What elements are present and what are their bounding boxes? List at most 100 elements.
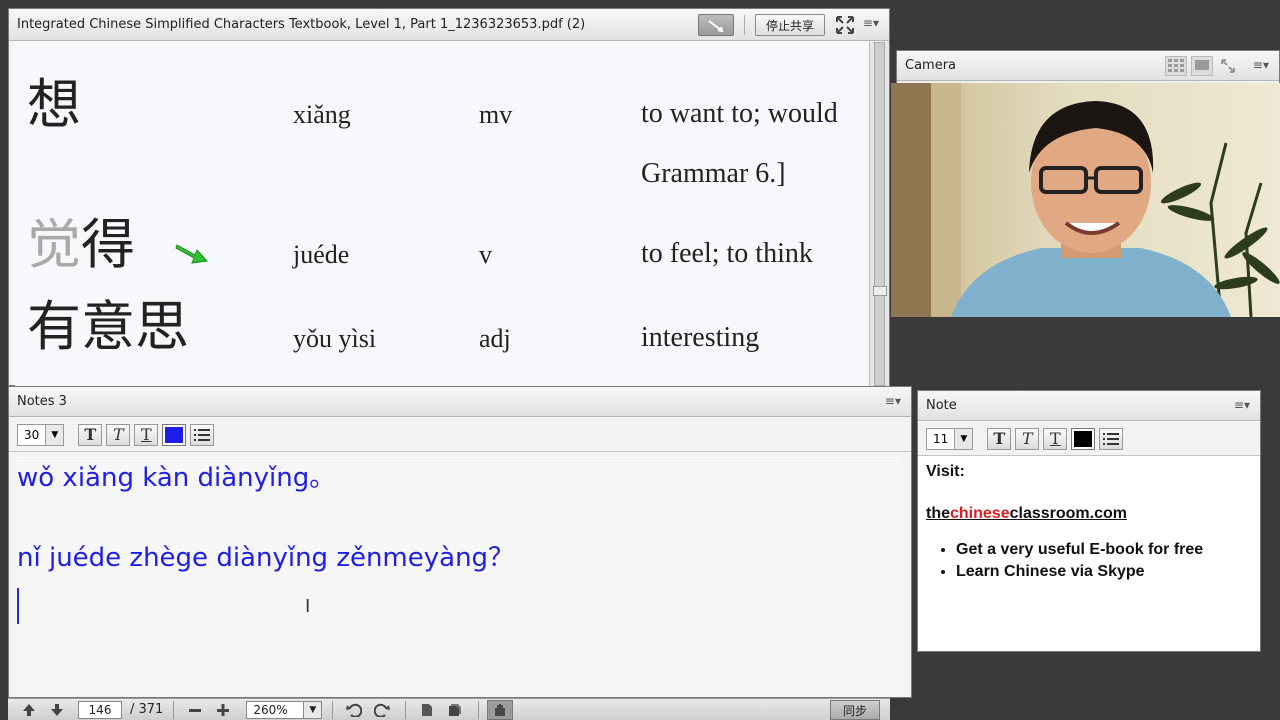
vocab-pinyin: yǒu yìsi	[293, 324, 377, 353]
list-icon	[194, 428, 211, 441]
text-color-picker[interactable]	[162, 423, 187, 446]
camera-pod: Camera ≡▾	[891, 50, 1280, 317]
text-color-picker[interactable]	[1071, 427, 1096, 450]
redo-button[interactable]	[369, 700, 395, 720]
share-controls: 停止共享	[697, 14, 855, 36]
fullscreen-button[interactable]	[835, 15, 855, 35]
previous-page-button[interactable]	[16, 700, 42, 720]
pdf-vertical-scrollbar[interactable]	[869, 42, 889, 386]
link-part-red: chinese	[950, 505, 1010, 522]
pdf-pod-title: Integrated Chinese Simplified Characters…	[17, 17, 586, 32]
color-swatch-fill	[165, 426, 184, 443]
bullet-list: Get a very useful E-book for free Learn …	[926, 541, 1252, 581]
italic-icon: T	[112, 425, 124, 444]
underline-button[interactable]: T	[134, 423, 159, 446]
undo-icon	[346, 703, 363, 717]
pdf-share-pod: Integrated Chinese Simplified Characters…	[8, 8, 890, 386]
vocab-pos: v	[479, 240, 492, 269]
bold-button[interactable]: T	[987, 427, 1012, 450]
website-link[interactable]: thechineseclassroom.com	[926, 505, 1252, 523]
sync-button[interactable]: 同步	[829, 700, 880, 720]
vocab-hanzi-faded: 觉	[27, 213, 81, 276]
plain-text-icon: T	[140, 425, 152, 444]
note-pod: Note ≡▾ 11 ▼ T T T Visit: thechineseclas…	[917, 390, 1261, 652]
italic-button[interactable]: T	[1015, 427, 1040, 450]
divider	[405, 700, 407, 719]
vocab-hanzi: 有意思	[27, 295, 189, 358]
next-page-button[interactable]	[44, 700, 70, 720]
scroll-grip[interactable]	[873, 286, 887, 296]
notes3-toolbar: 30 ▼ T T T	[9, 418, 911, 452]
notes3-pod-menu-button[interactable]: ≡▾	[885, 394, 901, 408]
vocab-pos: mv	[479, 100, 513, 129]
up-arrow-icon	[23, 703, 35, 716]
vocab-pos: adj	[479, 324, 511, 353]
total-pages: / 371	[130, 702, 164, 717]
page-icon	[422, 703, 433, 716]
single-page-button[interactable]	[414, 700, 440, 720]
notes3-text-area[interactable]: wǒ xiǎng kàn diànyǐng。 nǐ juéde zhège di…	[17, 457, 901, 695]
camera-pod-menu-button[interactable]: ≡▾	[1253, 58, 1269, 72]
underline-button[interactable]: T	[1043, 427, 1068, 450]
font-size-select[interactable]: 11 ▼	[926, 427, 974, 450]
bullet-list-button[interactable]	[190, 423, 215, 446]
vocab-hanzi: 想	[27, 73, 81, 136]
chevron-down-icon: ▼	[954, 428, 973, 449]
pdf-pod-titlebar: Integrated Chinese Simplified Characters…	[9, 9, 889, 41]
bold-button[interactable]: T	[78, 423, 103, 446]
notes3-pod-title: Notes 3	[17, 394, 67, 409]
divider	[173, 700, 175, 719]
grid-view-button[interactable]	[1165, 56, 1187, 76]
pdf-navigation-bar: 146 / 371 260% ▼ 同步	[8, 698, 890, 720]
font-size-value: 11	[933, 431, 949, 446]
note-pod-title: Note	[926, 398, 957, 413]
note-line	[17, 498, 901, 538]
bullet-list-button[interactable]	[1099, 427, 1124, 450]
webcam-video	[891, 83, 1280, 317]
chevron-down-icon: ▼	[303, 701, 322, 718]
camera-pod-titlebar: Camera ≡▾	[897, 51, 1279, 81]
zoom-select[interactable]: 260% ▼	[246, 700, 323, 719]
scroll-thumb[interactable]	[874, 42, 885, 386]
notes3-pod-titlebar: Notes 3 ≡▾	[9, 387, 911, 417]
stop-share-button[interactable]: 停止共享	[754, 14, 825, 36]
plus-icon	[217, 703, 230, 716]
italic-icon: T	[1021, 429, 1033, 448]
italic-button[interactable]: T	[106, 423, 131, 446]
list-icon	[1103, 432, 1120, 445]
multi-page-button[interactable]	[442, 700, 468, 720]
zoom-out-button[interactable]	[182, 700, 208, 720]
zoom-in-button[interactable]	[210, 700, 236, 720]
draw-tool-button[interactable]	[697, 14, 734, 36]
note-line: wǒ xiǎng kàn diànyǐng。	[17, 463, 336, 493]
list-item: Get a very useful E-book for free	[956, 541, 1252, 559]
divider	[332, 700, 334, 719]
page-number-input[interactable]: 146	[78, 700, 122, 719]
pdf-document-view[interactable]: 想 xiǎng mv to want to; would Grammar 6.]…	[15, 42, 869, 386]
fullscreen-icon	[836, 16, 854, 34]
single-view-button[interactable]	[1191, 56, 1213, 76]
expand-icon	[1221, 59, 1235, 73]
draw-icon	[708, 20, 724, 32]
ibeam-cursor-icon: I	[305, 596, 311, 617]
note-pod-menu-button[interactable]: ≡▾	[1234, 398, 1250, 412]
webcam-person-image	[891, 83, 1280, 317]
vocab-meaning: interesting	[641, 322, 760, 353]
chevron-down-icon: ▼	[45, 424, 64, 445]
pdf-pod-menu-button[interactable]: ≡▾	[863, 16, 879, 30]
list-item: Learn Chinese via Skype	[956, 563, 1252, 581]
link-part: the	[926, 505, 950, 522]
expand-button[interactable]	[1217, 56, 1239, 76]
hand-icon	[495, 703, 506, 716]
down-arrow-icon	[51, 703, 63, 716]
pages-icon	[449, 703, 462, 716]
grid-view-icon	[1168, 59, 1184, 72]
bold-icon: T	[84, 425, 97, 444]
minus-icon	[189, 708, 202, 712]
note-text-area[interactable]: Visit: thechineseclassroom.com Get a ver…	[926, 463, 1252, 585]
hand-tool-button[interactable]	[487, 699, 514, 720]
single-view-icon	[1195, 60, 1209, 70]
font-size-select[interactable]: 30 ▼	[17, 423, 65, 446]
note-pod-titlebar: Note ≡▾	[918, 391, 1260, 421]
undo-button[interactable]	[341, 700, 367, 720]
